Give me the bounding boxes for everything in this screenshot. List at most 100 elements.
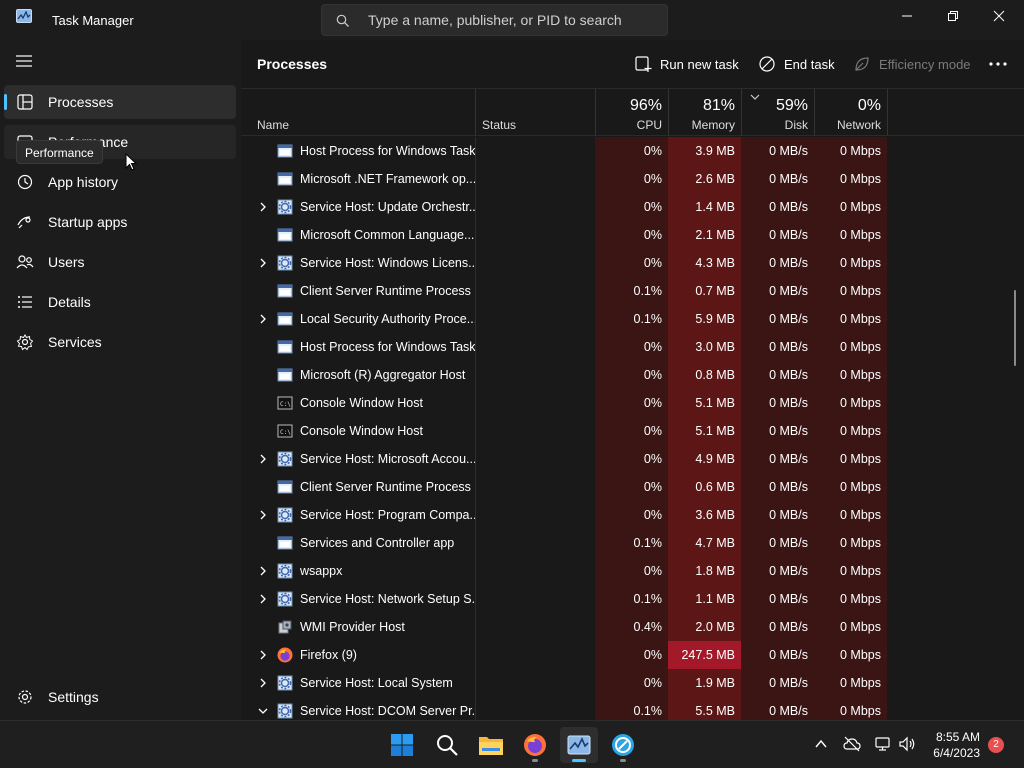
- sidebar-item-startup-apps[interactable]: Startup apps: [4, 205, 236, 239]
- sidebar-item-processes[interactable]: Processes: [4, 85, 236, 119]
- run-new-task-icon: [635, 56, 652, 72]
- taskbar-file-explorer[interactable]: [472, 727, 510, 763]
- sidebar-item-app-history[interactable]: App history: [4, 165, 236, 199]
- volume-icon[interactable]: [898, 735, 916, 753]
- users-icon: [16, 255, 34, 269]
- process-row[interactable]: WMI Provider Host 0.4% 2.0 MB 0 MB/s 0 Mbps: [241, 613, 891, 641]
- process-row[interactable]: C:\ Console Window Host 0% 5.1 MB 0 MB/s 0 Mb…: [241, 417, 891, 445]
- run-new-task-button[interactable]: Run new task: [634, 52, 739, 76]
- process-row[interactable]: C:\ Console Window Host 0% 5.1 MB 0 MB/s 0 Mb…: [241, 389, 891, 417]
- process-row[interactable]: Local Security Authority Proce... 0.1% 5.9…: [241, 305, 891, 333]
- process-row[interactable]: Host Process for Windows Tasks 0% 3.9 MB 0 …: [241, 137, 891, 165]
- process-row[interactable]: Service Host: Windows Licens... 0% 4.3 MB 0…: [241, 249, 891, 277]
- process-row[interactable]: Service Host: Network Setup S... 0.1% 1.1 …: [241, 585, 891, 613]
- process-row[interactable]: Microsoft Common Language... 0% 2.1 MB 0 MB…: [241, 221, 891, 249]
- window-icon: [277, 340, 293, 354]
- chevron-right-icon[interactable]: [257, 312, 269, 326]
- sidebar-item-services[interactable]: Services: [4, 325, 236, 359]
- network-icon[interactable]: [874, 735, 892, 753]
- process-disk: 0 MB/s: [769, 144, 808, 158]
- clock-time[interactable]: 8:55 AM: [932, 730, 980, 744]
- chevron-down-icon[interactable]: [257, 704, 269, 718]
- details-icon: [18, 296, 32, 308]
- process-row[interactable]: Service Host: Program Compa... 0% 3.6 MB 0 …: [241, 501, 891, 529]
- process-disk: 0 MB/s: [769, 368, 808, 382]
- process-network: 0 Mbps: [840, 228, 881, 242]
- mouse-cursor-icon: [125, 153, 137, 171]
- settings-gear-icon: [18, 690, 32, 704]
- notification-badge[interactable]: 2: [988, 737, 1004, 753]
- task-manager-app-icon: [16, 9, 32, 23]
- search-input[interactable]: [368, 10, 658, 30]
- show-hidden-icons-chevron-up-icon[interactable]: [812, 735, 830, 753]
- performance-tooltip: Performance: [16, 140, 103, 164]
- chevron-right-icon[interactable]: [257, 508, 269, 522]
- process-memory: 2.1 MB: [695, 228, 735, 242]
- search-icon: [437, 735, 458, 756]
- cloud-offline-icon[interactable]: [843, 735, 861, 753]
- chevron-right-icon[interactable]: [257, 200, 269, 214]
- start-button[interactable]: [383, 727, 421, 763]
- process-name: Service Host: Program Compa...: [300, 508, 475, 522]
- chevron-right-icon[interactable]: [257, 648, 269, 662]
- close-button[interactable]: [976, 0, 1022, 32]
- column-network[interactable]: 0% Network: [815, 89, 888, 136]
- minimize-icon: [902, 15, 912, 17]
- search-box[interactable]: [321, 4, 668, 36]
- column-name[interactable]: Name: [241, 89, 476, 136]
- taskbar-search-button[interactable]: [428, 727, 466, 763]
- process-row[interactable]: Service Host: Update Orchestr... 0% 1.4 MB…: [241, 193, 891, 221]
- more-options-icon[interactable]: [983, 52, 1013, 76]
- console-icon: C:\: [277, 396, 293, 410]
- minimize-button[interactable]: [884, 0, 930, 32]
- process-row[interactable]: Services and Controller app 0.1% 4.7 MB 0 M…: [241, 529, 891, 557]
- chevron-right-icon[interactable]: [257, 592, 269, 606]
- taskbar-firefox[interactable]: [516, 727, 554, 763]
- column-status[interactable]: Status: [476, 89, 596, 136]
- process-disk: 0 MB/s: [769, 480, 808, 494]
- process-row[interactable]: Microsoft .NET Framework op... 0% 2.6 MB 0 …: [241, 165, 891, 193]
- end-task-button[interactable]: End task: [758, 52, 835, 76]
- process-row[interactable]: Firefox (9) 0% 247.5 MB 0 MB/s 0 Mbps: [241, 641, 891, 669]
- chevron-right-icon[interactable]: [257, 452, 269, 466]
- process-row[interactable]: Service Host: Microsoft Accou... 0% 4.9 MB…: [241, 445, 891, 473]
- process-memory: 5.1 MB: [695, 424, 735, 438]
- process-row[interactable]: Service Host: Local System 0% 1.9 MB 0 MB/s…: [241, 669, 891, 697]
- chevron-right-icon[interactable]: [257, 256, 269, 270]
- process-network: 0 Mbps: [840, 452, 881, 466]
- column-cpu[interactable]: 96% CPU: [596, 89, 669, 136]
- file-explorer-icon: [479, 737, 503, 755]
- chevron-right-icon[interactable]: [257, 564, 269, 578]
- restore-button[interactable]: [930, 0, 976, 32]
- app-history-icon: [17, 174, 33, 190]
- column-header: Name Status 96% CPU 81% Memory 59% Disk …: [241, 88, 1024, 136]
- taskbar-task-manager[interactable]: [560, 727, 598, 763]
- windows-start-icon: [391, 734, 413, 756]
- hamburger-menu-icon[interactable]: [16, 55, 32, 67]
- sidebar-item-details[interactable]: Details: [4, 285, 236, 319]
- taskbar-edge[interactable]: [604, 727, 642, 763]
- clock-date[interactable]: 6/4/2023: [932, 746, 980, 760]
- process-row[interactable]: Microsoft (R) Aggregator Host 0% 0.8 MB 0 M…: [241, 361, 891, 389]
- window-icon: [277, 536, 293, 550]
- process-memory: 2.0 MB: [695, 620, 735, 634]
- process-row[interactable]: wsappx 0% 1.8 MB 0 MB/s 0 Mbps: [241, 557, 891, 585]
- scrollbar-thumb[interactable]: [1014, 290, 1016, 366]
- process-cpu: 0%: [643, 368, 662, 382]
- process-row[interactable]: Host Process for Windows Tasks 0% 3.0 MB 0 …: [241, 333, 891, 361]
- sidebar-item-settings[interactable]: Settings: [4, 680, 236, 714]
- process-name: Local Security Authority Proce...: [300, 312, 475, 326]
- chevron-right-icon[interactable]: [257, 676, 269, 690]
- process-name: Host Process for Windows Tasks: [300, 144, 475, 158]
- service-gear-icon: [277, 675, 293, 691]
- process-disk: 0 MB/s: [769, 228, 808, 242]
- process-name: wsappx: [300, 564, 343, 578]
- process-network: 0 Mbps: [840, 424, 881, 438]
- process-memory: 0.6 MB: [695, 480, 735, 494]
- process-row[interactable]: Client Server Runtime Process 0% 0.6 MB 0 M…: [241, 473, 891, 501]
- sidebar-item-users[interactable]: Users: [4, 245, 236, 279]
- column-memory[interactable]: 81% Memory: [669, 89, 742, 136]
- process-memory: 5.1 MB: [695, 396, 735, 410]
- process-row[interactable]: Client Server Runtime Process 0.1% 0.7 MB 0…: [241, 277, 891, 305]
- efficiency-mode-button[interactable]: Efficiency mode: [853, 52, 971, 76]
